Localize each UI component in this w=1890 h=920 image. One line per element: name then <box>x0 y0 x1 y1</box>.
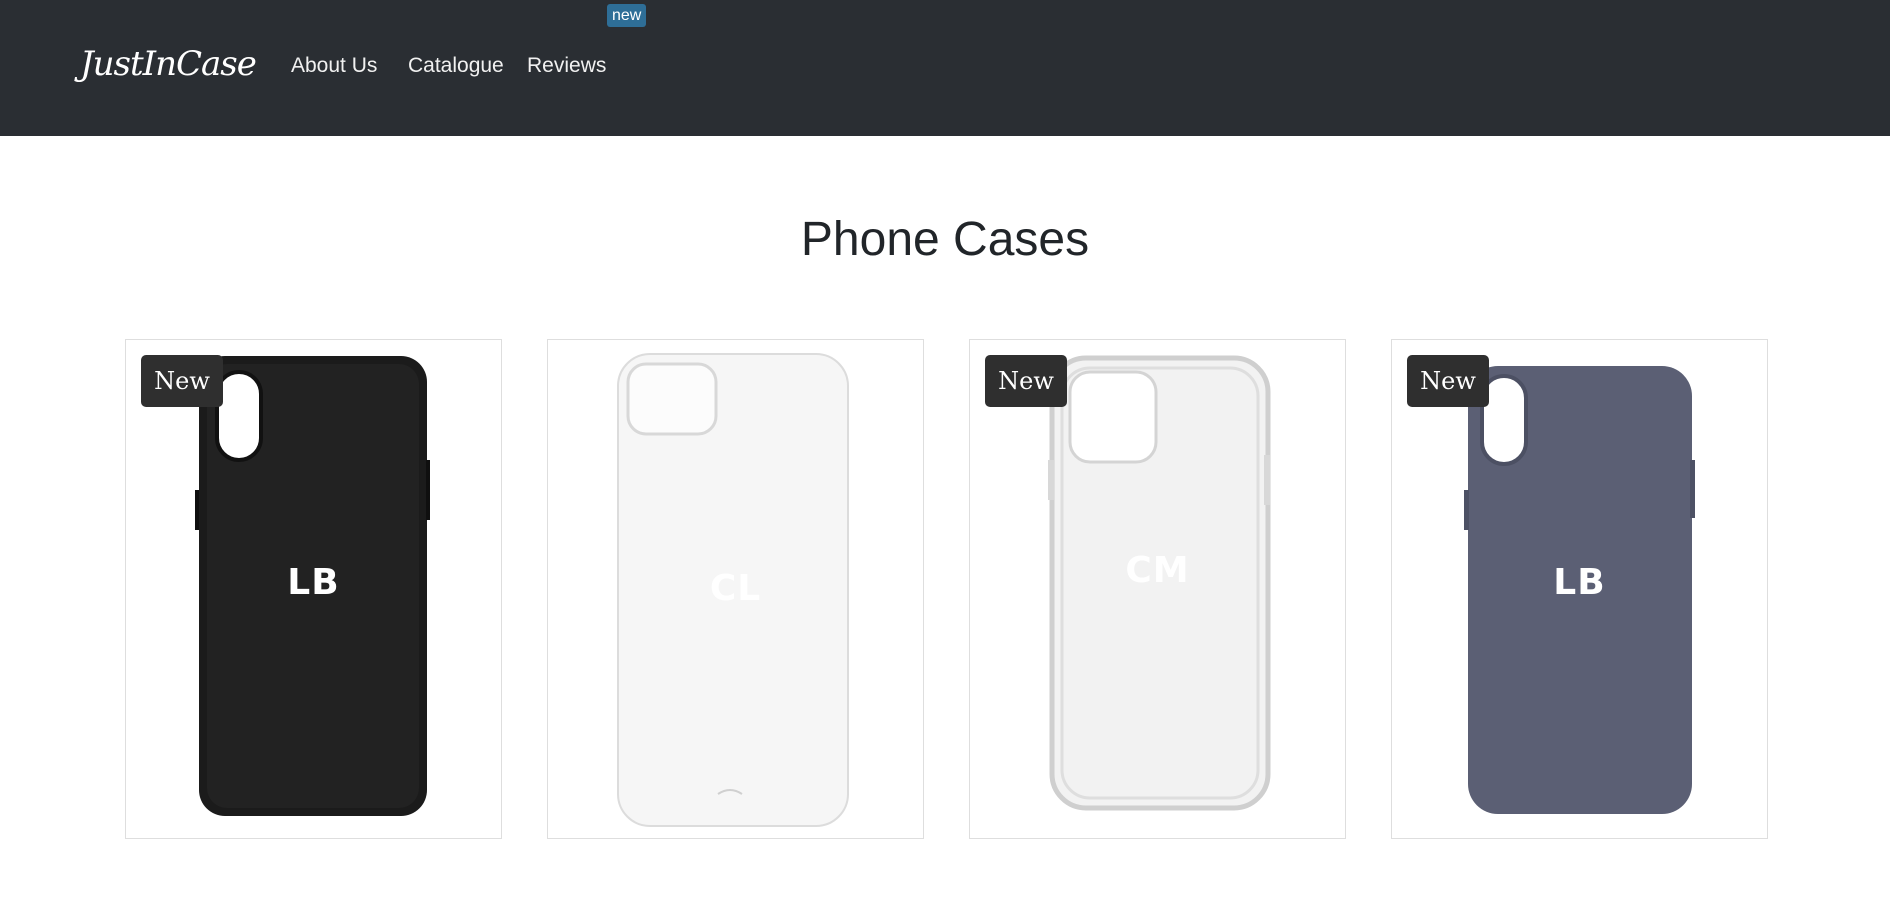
new-badge: New <box>1407 355 1489 407</box>
monogram-text: CL <box>709 568 762 609</box>
product-card-3[interactable]: CM New <box>969 339 1346 839</box>
brand-logo[interactable]: JustInCase <box>80 44 257 84</box>
monogram-text: CM <box>1125 550 1190 591</box>
nav-link-reviews[interactable]: Reviews <box>527 54 606 78</box>
product-card-4[interactable]: LB New <box>1391 339 1768 839</box>
monogram-text: LB <box>287 562 340 603</box>
nav-link-about-us[interactable]: About Us <box>291 54 377 78</box>
product-card-2[interactable]: CL <box>547 339 924 839</box>
monogram-text: LB <box>1553 562 1606 603</box>
nav-link-catalogue[interactable]: Catalogue <box>408 54 504 78</box>
page-title: Phone Cases <box>800 213 1090 266</box>
reviews-new-badge: new <box>607 4 647 27</box>
navbar: JustInCase About Us Catalogue Reviews ne… <box>0 0 1890 136</box>
product-card-1[interactable]: LB New <box>125 339 502 839</box>
new-badge: New <box>141 355 223 407</box>
new-badge: New <box>985 355 1067 407</box>
